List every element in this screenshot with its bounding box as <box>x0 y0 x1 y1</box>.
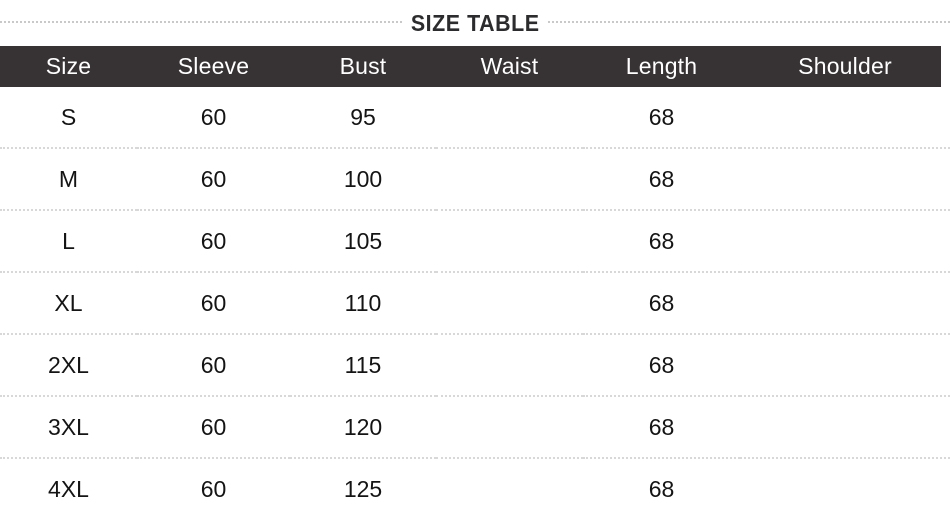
cell-sleeve: 60 <box>137 272 290 335</box>
cell-shoulder <box>740 458 950 519</box>
cell-size: 3XL <box>0 396 137 459</box>
cell-bust: 120 <box>290 396 436 459</box>
cell-length: 68 <box>583 210 740 273</box>
table-row: XL 60 110 68 <box>0 272 950 335</box>
cell-waist <box>436 148 583 211</box>
cell-size: S <box>0 87 137 149</box>
cell-bust: 100 <box>290 148 436 211</box>
cell-bust: 105 <box>290 210 436 273</box>
cell-length: 68 <box>583 396 740 459</box>
cell-sleeve: 60 <box>137 396 290 459</box>
column-header-size: Size <box>45 53 92 79</box>
cell-waist <box>436 87 583 149</box>
cell-bust: 95 <box>290 87 436 149</box>
page-title: SIZE TABLE <box>402 8 548 38</box>
cell-length: 68 <box>583 87 740 149</box>
cell-shoulder <box>740 272 950 335</box>
table-row: S 60 95 68 <box>0 87 950 149</box>
cell-bust: 110 <box>290 272 436 335</box>
cell-shoulder <box>740 210 950 273</box>
column-header-shoulder: Shoulder <box>740 46 950 87</box>
table-row: 3XL 60 120 68 <box>0 396 950 459</box>
cell-shoulder <box>740 148 950 211</box>
title-container: SIZE TABLE <box>0 0 950 46</box>
cell-length: 68 <box>583 458 740 519</box>
header-right-gap <box>941 46 950 87</box>
table-body: S 60 95 68 M 60 100 68 L 60 105 68 XL 60 110 68 2XL 60 115… <box>0 87 950 519</box>
cell-size: L <box>0 210 137 273</box>
table-row: L 60 105 68 <box>0 210 950 273</box>
cell-sleeve: 60 <box>137 210 290 273</box>
cell-size: 2XL <box>0 334 137 397</box>
table-row: 4XL 60 125 68 <box>0 458 950 519</box>
column-header-bust: Bust <box>339 53 387 79</box>
table-row: 2XL 60 115 68 <box>0 334 950 397</box>
table-row: M 60 100 68 <box>0 148 950 211</box>
cell-bust: 125 <box>290 458 436 519</box>
cell-length: 68 <box>583 148 740 211</box>
cell-waist <box>436 458 583 519</box>
cell-shoulder <box>740 334 950 397</box>
column-header-length: Length <box>625 53 698 79</box>
title-band: SIZE TABLE <box>0 0 950 46</box>
table-header: Size Sleeve Bust Waist Length Shoulder <box>0 46 950 87</box>
cell-size: 4XL <box>0 458 137 519</box>
cell-size: XL <box>0 272 137 335</box>
cell-waist <box>436 210 583 273</box>
cell-sleeve: 60 <box>137 458 290 519</box>
cell-sleeve: 60 <box>137 148 290 211</box>
size-table: Size Sleeve Bust Waist Length Shoulder S… <box>0 46 950 519</box>
cell-shoulder <box>740 87 950 149</box>
column-header-shoulder-label: Shoulder <box>798 53 892 79</box>
cell-length: 68 <box>583 272 740 335</box>
cell-sleeve: 60 <box>137 334 290 397</box>
table-header-row: Size Sleeve Bust Waist Length Shoulder <box>0 46 950 87</box>
cell-bust: 115 <box>290 334 436 397</box>
cell-waist <box>436 396 583 459</box>
cell-waist <box>436 272 583 335</box>
column-header-waist: Waist <box>480 53 539 79</box>
cell-sleeve: 60 <box>137 87 290 149</box>
cell-length: 68 <box>583 334 740 397</box>
column-header-sleeve: Sleeve <box>177 53 250 79</box>
cell-shoulder <box>740 396 950 459</box>
cell-size: M <box>0 148 137 211</box>
cell-waist <box>436 334 583 397</box>
